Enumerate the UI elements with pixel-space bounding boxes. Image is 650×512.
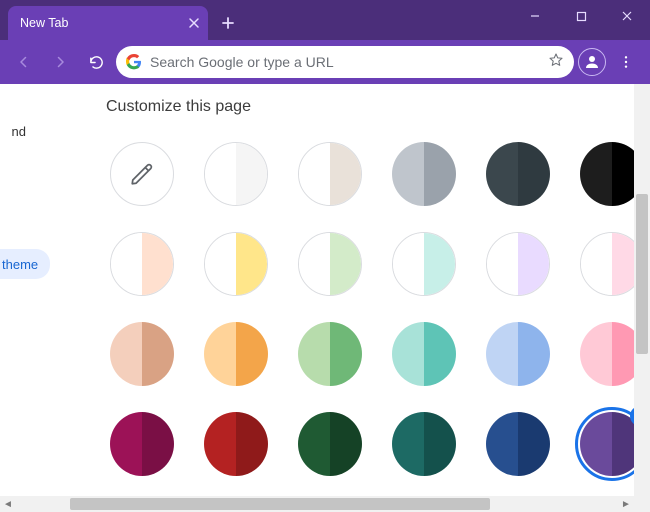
page-viewport: nd theme Customize this page ✓ ◄ ► <box>0 84 650 512</box>
color-swatch-navy[interactable] <box>486 412 550 476</box>
color-swatch-slate[interactable] <box>486 142 550 206</box>
horizontal-scrollbar[interactable]: ◄ ► <box>0 496 634 512</box>
color-swatch-green-light[interactable] <box>298 232 362 296</box>
color-swatch-orange[interactable] <box>204 322 268 386</box>
color-swatch-warm-grey[interactable] <box>298 142 362 206</box>
color-swatch-teal-light[interactable] <box>392 232 456 296</box>
vertical-scroll-thumb[interactable] <box>636 194 648 354</box>
window-close-button[interactable] <box>604 0 650 32</box>
profile-button[interactable] <box>578 48 606 76</box>
sidebar-item-label: theme <box>2 257 38 272</box>
color-swatch-white[interactable] <box>204 142 268 206</box>
browser-tab[interactable]: New Tab <box>8 6 208 40</box>
color-swatch-black[interactable] <box>580 142 634 206</box>
dialog-title: Customize this page <box>106 98 251 116</box>
color-swatch-forest[interactable] <box>298 412 362 476</box>
address-bar[interactable]: Search Google or type a URL <box>116 46 574 78</box>
window-titlebar: New Tab <box>0 0 650 40</box>
back-button[interactable] <box>8 46 40 78</box>
close-tab-icon[interactable] <box>188 17 200 29</box>
color-swatch-pink[interactable] <box>580 322 634 386</box>
color-swatch-purple[interactable] <box>580 412 634 476</box>
color-swatch-green[interactable] <box>298 322 362 386</box>
color-swatch-peach[interactable] <box>110 322 174 386</box>
new-tab-button[interactable] <box>214 9 242 37</box>
color-swatch-lavender-light[interactable] <box>486 232 550 296</box>
scroll-left-icon[interactable]: ◄ <box>0 496 16 512</box>
forward-button[interactable] <box>44 46 76 78</box>
color-swatch-yellow-light[interactable] <box>204 232 268 296</box>
color-swatch-red[interactable] <box>204 412 268 476</box>
star-icon[interactable] <box>548 52 564 73</box>
color-swatch-pink-light[interactable] <box>580 232 634 296</box>
color-swatch-peach-light[interactable] <box>110 232 174 296</box>
color-swatch-blue[interactable] <box>486 322 550 386</box>
sidebar-fragment-background: nd <box>0 124 26 139</box>
color-swatch-magenta[interactable] <box>110 412 174 476</box>
maximize-button[interactable] <box>558 0 604 32</box>
reload-button[interactable] <box>80 46 112 78</box>
sidebar-item-theme[interactable]: theme <box>0 249 50 279</box>
scroll-right-icon[interactable]: ► <box>618 496 634 512</box>
color-swatch-deep-teal[interactable] <box>392 412 456 476</box>
minimize-button[interactable] <box>512 0 558 32</box>
tab-title: New Tab <box>20 16 68 30</box>
color-swatch-custom-picker[interactable] <box>110 142 174 206</box>
browser-toolbar: Search Google or type a URL <box>0 40 650 84</box>
color-swatch-grid: ✓ <box>106 138 634 480</box>
horizontal-scroll-thumb[interactable] <box>70 498 490 510</box>
google-icon <box>126 54 142 70</box>
scroll-corner <box>634 496 650 512</box>
address-bar-placeholder: Search Google or type a URL <box>150 54 540 70</box>
color-swatch-cool-grey[interactable] <box>392 142 456 206</box>
menu-button[interactable] <box>610 46 642 78</box>
color-swatch-teal[interactable] <box>392 322 456 386</box>
vertical-scrollbar[interactable] <box>634 84 650 496</box>
